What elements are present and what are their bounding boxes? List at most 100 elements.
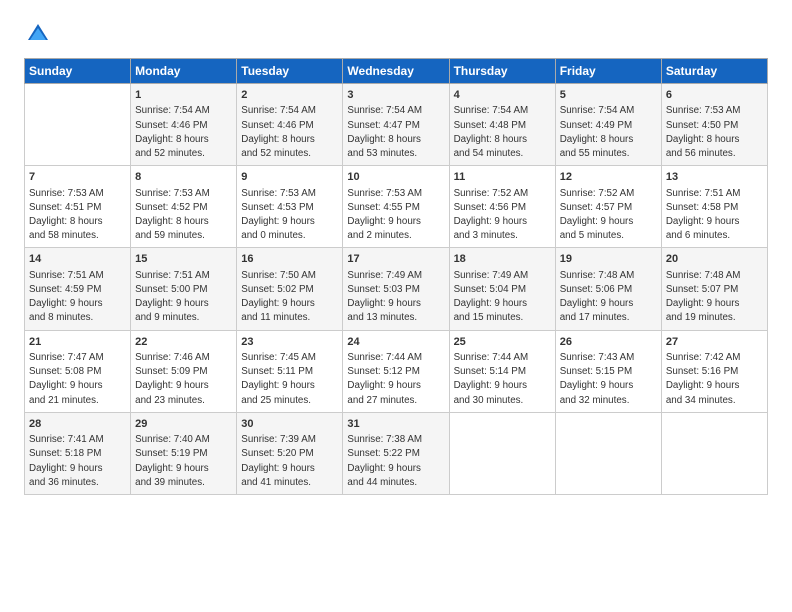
- day-info: Sunrise: 7:52 AMSunset: 4:57 PMDaylight:…: [560, 187, 657, 244]
- day-number: 4: [454, 88, 551, 103]
- day-cell: 17 Sunrise: 7:49 AMSunset: 5:03 PMDayligh…: [343, 248, 449, 330]
- week-row-2: 14 Sunrise: 7:51 AMSunset: 4:59 PMDayligh…: [25, 248, 768, 330]
- day-info: Sunrise: 7:48 AMSunset: 5:06 PMDaylight:…: [560, 269, 657, 326]
- day-cell: 30Sunrise: 7:39 AMSunset: 5:20 PMDayligh…: [237, 412, 343, 494]
- day-cell: 13 Sunrise: 7:51 AMSunset: 4:58 PMDayligh…: [661, 166, 767, 248]
- day-number: 11: [454, 170, 551, 185]
- header-day-thursday: Thursday: [449, 59, 555, 84]
- day-number: 16: [241, 252, 338, 267]
- day-cell: [661, 412, 767, 494]
- page: SundayMondayTuesdayWednesdayThursdayFrid…: [0, 0, 792, 612]
- day-info: Sunrise: 7:48 AMSunset: 5:07 PMDaylight:…: [666, 269, 763, 326]
- day-cell: 5Sunrise: 7:54 AMSunset: 4:49 PMDaylight…: [555, 84, 661, 166]
- week-row-0: 1Sunrise: 7:54 AMSunset: 4:46 PMDaylight…: [25, 84, 768, 166]
- day-info: Sunrise: 7:45 AMSunset: 5:11 PMDaylight:…: [241, 351, 338, 408]
- day-cell: 23Sunrise: 7:45 AMSunset: 5:11 PMDayligh…: [237, 330, 343, 412]
- day-info: Sunrise: 7:49 AMSunset: 5:03 PMDaylight:…: [347, 269, 444, 326]
- day-info: Sunrise: 7:54 AMSunset: 4:48 PMDaylight:…: [454, 104, 551, 161]
- day-number: 5: [560, 88, 657, 103]
- day-cell: 25Sunrise: 7:44 AMSunset: 5:14 PMDayligh…: [449, 330, 555, 412]
- day-number: 17: [347, 252, 444, 267]
- day-info: Sunrise: 7:39 AMSunset: 5:20 PMDaylight:…: [241, 433, 338, 490]
- day-cell: 26Sunrise: 7:43 AMSunset: 5:15 PMDayligh…: [555, 330, 661, 412]
- day-cell: 19 Sunrise: 7:48 AMSunset: 5:06 PMDayligh…: [555, 248, 661, 330]
- day-cell: 4Sunrise: 7:54 AMSunset: 4:48 PMDaylight…: [449, 84, 555, 166]
- day-number: 2: [241, 88, 338, 103]
- day-info: Sunrise: 7:52 AMSunset: 4:56 PMDaylight:…: [454, 187, 551, 244]
- header-day-friday: Friday: [555, 59, 661, 84]
- day-number: 29: [135, 417, 232, 432]
- day-cell: 7Sunrise: 7:53 AMSunset: 4:51 PMDaylight…: [25, 166, 131, 248]
- day-number: 15: [135, 252, 232, 267]
- day-cell: 31Sunrise: 7:38 AMSunset: 5:22 PMDayligh…: [343, 412, 449, 494]
- day-info: Sunrise: 7:51 AMSunset: 5:00 PMDaylight:…: [135, 269, 232, 326]
- day-info: Sunrise: 7:53 AMSunset: 4:52 PMDaylight:…: [135, 187, 232, 244]
- day-cell: 10Sunrise: 7:53 AMSunset: 4:55 PMDayligh…: [343, 166, 449, 248]
- day-cell: [449, 412, 555, 494]
- day-cell: 2Sunrise: 7:54 AMSunset: 4:46 PMDaylight…: [237, 84, 343, 166]
- day-cell: [25, 84, 131, 166]
- calendar-header: SundayMondayTuesdayWednesdayThursdayFrid…: [25, 59, 768, 84]
- logo-icon: [24, 20, 52, 48]
- day-number: 25: [454, 335, 551, 350]
- day-cell: 29Sunrise: 7:40 AMSunset: 5:19 PMDayligh…: [131, 412, 237, 494]
- header-row: SundayMondayTuesdayWednesdayThursdayFrid…: [25, 59, 768, 84]
- day-number: 26: [560, 335, 657, 350]
- day-number: 31: [347, 417, 444, 432]
- header: [24, 20, 768, 48]
- day-number: 18: [454, 252, 551, 267]
- day-number: 1: [135, 88, 232, 103]
- day-number: 23: [241, 335, 338, 350]
- day-info: Sunrise: 7:40 AMSunset: 5:19 PMDaylight:…: [135, 433, 232, 490]
- week-row-3: 21Sunrise: 7:47 AMSunset: 5:08 PMDayligh…: [25, 330, 768, 412]
- day-number: 21: [29, 335, 126, 350]
- day-info: Sunrise: 7:53 AMSunset: 4:50 PMDaylight:…: [666, 104, 763, 161]
- calendar-table: SundayMondayTuesdayWednesdayThursdayFrid…: [24, 58, 768, 495]
- day-info: Sunrise: 7:54 AMSunset: 4:47 PMDaylight:…: [347, 104, 444, 161]
- day-info: Sunrise: 7:49 AMSunset: 5:04 PMDaylight:…: [454, 269, 551, 326]
- day-number: 13: [666, 170, 763, 185]
- header-day-saturday: Saturday: [661, 59, 767, 84]
- day-number: 27: [666, 335, 763, 350]
- day-info: Sunrise: 7:54 AMSunset: 4:49 PMDaylight:…: [560, 104, 657, 161]
- day-cell: 12 Sunrise: 7:52 AMSunset: 4:57 PMDayligh…: [555, 166, 661, 248]
- day-cell: 9 Sunrise: 7:53 AMSunset: 4:53 PMDaylight…: [237, 166, 343, 248]
- day-cell: 6Sunrise: 7:53 AMSunset: 4:50 PMDaylight…: [661, 84, 767, 166]
- week-row-1: 7Sunrise: 7:53 AMSunset: 4:51 PMDaylight…: [25, 166, 768, 248]
- header-day-wednesday: Wednesday: [343, 59, 449, 84]
- day-info: Sunrise: 7:51 AMSunset: 4:59 PMDaylight:…: [29, 269, 126, 326]
- day-cell: 18 Sunrise: 7:49 AMSunset: 5:04 PMDayligh…: [449, 248, 555, 330]
- day-info: Sunrise: 7:41 AMSunset: 5:18 PMDaylight:…: [29, 433, 126, 490]
- day-cell: 21Sunrise: 7:47 AMSunset: 5:08 PMDayligh…: [25, 330, 131, 412]
- day-info: Sunrise: 7:47 AMSunset: 5:08 PMDaylight:…: [29, 351, 126, 408]
- day-info: Sunrise: 7:50 AMSunset: 5:02 PMDaylight:…: [241, 269, 338, 326]
- day-info: Sunrise: 7:54 AMSunset: 4:46 PMDaylight:…: [135, 104, 232, 161]
- day-number: 30: [241, 417, 338, 432]
- week-row-4: 28Sunrise: 7:41 AMSunset: 5:18 PMDayligh…: [25, 412, 768, 494]
- day-info: Sunrise: 7:43 AMSunset: 5:15 PMDaylight:…: [560, 351, 657, 408]
- day-number: 9: [241, 170, 338, 185]
- day-cell: 20Sunrise: 7:48 AMSunset: 5:07 PMDayligh…: [661, 248, 767, 330]
- day-number: 19: [560, 252, 657, 267]
- day-cell: 3Sunrise: 7:54 AMSunset: 4:47 PMDaylight…: [343, 84, 449, 166]
- day-cell: 15 Sunrise: 7:51 AMSunset: 5:00 PMDayligh…: [131, 248, 237, 330]
- day-cell: 24Sunrise: 7:44 AMSunset: 5:12 PMDayligh…: [343, 330, 449, 412]
- calendar-body: 1Sunrise: 7:54 AMSunset: 4:46 PMDaylight…: [25, 84, 768, 495]
- day-number: 8: [135, 170, 232, 185]
- day-info: Sunrise: 7:51 AMSunset: 4:58 PMDaylight:…: [666, 187, 763, 244]
- day-info: Sunrise: 7:44 AMSunset: 5:14 PMDaylight:…: [454, 351, 551, 408]
- day-cell: 11 Sunrise: 7:52 AMSunset: 4:56 PMDayligh…: [449, 166, 555, 248]
- day-number: 14: [29, 252, 126, 267]
- header-day-monday: Monday: [131, 59, 237, 84]
- day-number: 12: [560, 170, 657, 185]
- day-cell: 14 Sunrise: 7:51 AMSunset: 4:59 PMDayligh…: [25, 248, 131, 330]
- day-number: 7: [29, 170, 126, 185]
- header-day-sunday: Sunday: [25, 59, 131, 84]
- day-number: 22: [135, 335, 232, 350]
- day-info: Sunrise: 7:53 AMSunset: 4:53 PMDaylight:…: [241, 187, 338, 244]
- day-number: 24: [347, 335, 444, 350]
- day-cell: 27Sunrise: 7:42 AMSunset: 5:16 PMDayligh…: [661, 330, 767, 412]
- day-cell: 22Sunrise: 7:46 AMSunset: 5:09 PMDayligh…: [131, 330, 237, 412]
- day-info: Sunrise: 7:46 AMSunset: 5:09 PMDaylight:…: [135, 351, 232, 408]
- day-info: Sunrise: 7:42 AMSunset: 5:16 PMDaylight:…: [666, 351, 763, 408]
